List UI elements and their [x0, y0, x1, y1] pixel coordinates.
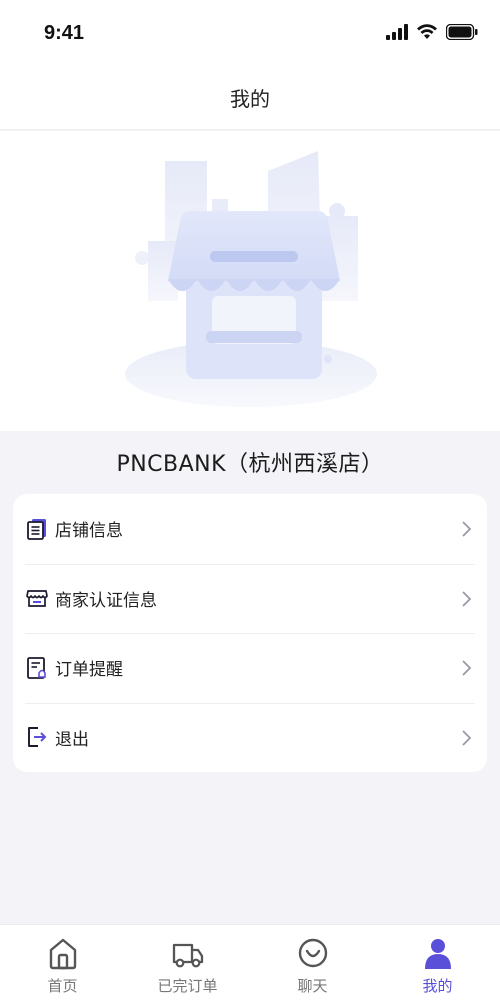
tab-label: 聊天 [297, 977, 328, 995]
tab-home[interactable]: 首页 [0, 925, 125, 1000]
battery-icon [446, 24, 478, 40]
store-name: PNCBANK（杭州西溪店） [116, 452, 384, 477]
home-icon [49, 938, 76, 970]
storefront-icon [25, 586, 49, 610]
logout-icon [25, 725, 49, 749]
store-illustration [0, 131, 500, 431]
menu-item-store-info[interactable]: 店铺信息 [13, 494, 487, 564]
tab-mine[interactable]: 我的 [375, 925, 500, 1000]
tab-label: 首页 [47, 977, 78, 995]
menu-item-label: 店铺信息 [55, 521, 123, 542]
status-icons [386, 24, 478, 40]
chat-smile-icon [298, 938, 327, 968]
status-bar: 9:41 [0, 0, 500, 66]
menu-card: 店铺信息 商家认证信息 订单提醒 退出 [13, 494, 487, 772]
truck-icon [172, 943, 203, 968]
nav-bar: 我的 [0, 66, 500, 130]
chevron-right-icon [462, 729, 472, 746]
chevron-right-icon [462, 590, 472, 607]
order-bell-icon [25, 656, 49, 680]
tab-completed-orders[interactable]: 已完订单 [125, 925, 250, 1000]
tab-label: 已完订单 [157, 977, 218, 995]
document-icon [25, 517, 49, 541]
status-time: 9:41 [44, 22, 85, 44]
signal-icon [386, 24, 408, 40]
page-title: 我的 [230, 87, 270, 111]
menu-item-logout[interactable]: 退出 [13, 702, 487, 773]
menu-item-order-reminder[interactable]: 订单提醒 [13, 633, 487, 703]
chevron-right-icon [462, 521, 472, 537]
chevron-right-icon [462, 660, 472, 676]
person-icon [424, 939, 451, 969]
tab-label: 我的 [422, 977, 453, 995]
menu-item-label: 订单提醒 [55, 660, 123, 681]
menu-item-label: 商家认证信息 [55, 590, 157, 611]
wifi-icon [417, 24, 437, 39]
menu-item-merchant-verification[interactable]: 商家认证信息 [13, 563, 487, 634]
tab-chat[interactable]: 聊天 [250, 925, 375, 1000]
menu-item-label: 退出 [55, 729, 89, 750]
tab-bar: 首页 已完订单 聊天 我的 [0, 924, 500, 1000]
